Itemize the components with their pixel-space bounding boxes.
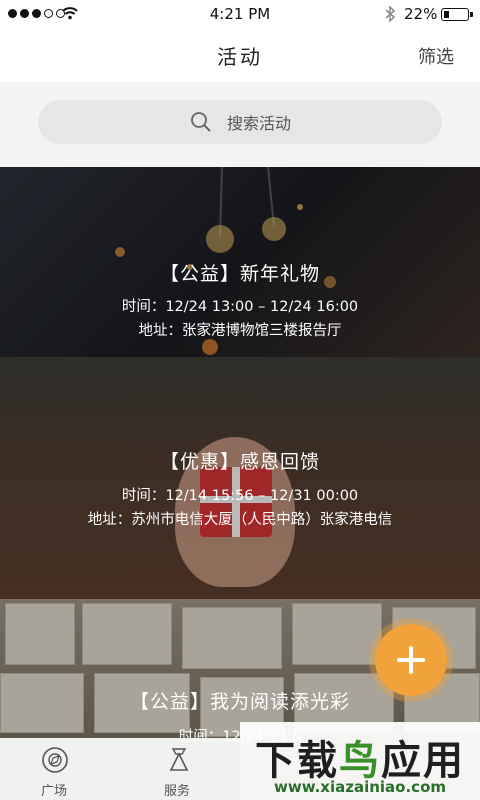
event-time: 时间：12/24 13:00 – 12/24 16:00 [121,299,359,315]
plus-icon [397,646,425,674]
search-area: 搜索活动 [0,82,480,167]
bowtie-icon [169,748,189,771]
compass-icon [42,747,68,773]
bluetooth-icon [385,5,396,23]
battery-icon [441,8,473,21]
tab-label: 服务 [164,784,191,799]
status-bar: 4:21 PM 22% [0,0,480,28]
event-address: 地址：张家港博物馆三楼报告厅 [138,323,342,339]
tab-bar: 广场 服务 [0,738,240,800]
nav-bar: 活动 筛选 [0,28,480,82]
battery-percent: 22% [404,5,438,23]
event-title: 【公益】新年礼物 [159,263,320,285]
tab-service[interactable]: 服务 [120,738,240,800]
tab-plaza[interactable]: 广场 [0,738,120,800]
watermark-url: www.xiazainiao.com [273,778,447,796]
add-event-button[interactable] [375,624,447,696]
page-title: 活动 [217,45,263,69]
search-input[interactable]: 搜索活动 [38,100,442,144]
search-icon [191,112,211,132]
event-time: 时间：12/14 15:56 – 12/31 00:00 [121,488,359,504]
event-card[interactable]: 【优惠】感恩回馈 时间：12/14 15:56 – 12/31 00:00 地址… [0,357,480,599]
filter-button[interactable]: 筛选 [418,43,454,69]
event-card[interactable]: 【公益】新年礼物 时间：12/24 13:00 – 12/24 16:00 地址… [0,167,480,357]
watermark: 下载鸟应用 www.xiazainiao.com [240,722,480,800]
event-title: 【优惠】感恩回馈 [159,451,320,473]
search-placeholder: 搜索活动 [226,114,291,133]
event-address: 地址：苏州市电信大厦（人民中路）张家港电信 [87,512,393,528]
tab-label: 广场 [41,784,68,799]
